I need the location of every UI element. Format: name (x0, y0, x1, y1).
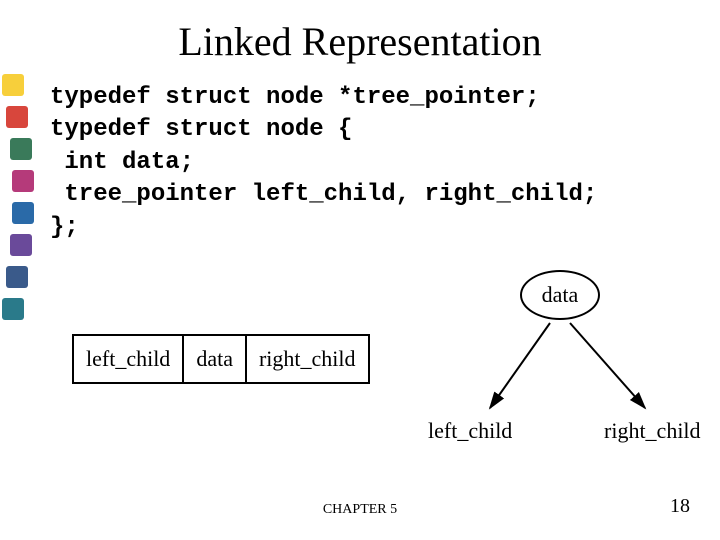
code-line: int data; (50, 149, 194, 176)
table-cell-data: data (184, 336, 247, 382)
tree-root-label: data (542, 282, 579, 308)
table-cell-left-child: left_child (74, 336, 184, 382)
accent-stripe (6, 266, 28, 288)
tree-left-child-label: left_child (428, 418, 512, 444)
accent-stripe (12, 202, 34, 224)
footer-chapter: CHAPTER 5 (0, 502, 720, 518)
tree-arrows (470, 318, 670, 418)
slide-title: Linked Representation (0, 18, 720, 65)
accent-stripe (12, 170, 34, 192)
accent-stripe (2, 298, 24, 320)
node-struct-table: left_child data right_child (72, 334, 370, 384)
code-block: typedef struct node *tree_pointer; typed… (50, 82, 597, 244)
slide-accent-sidebar (0, 0, 36, 540)
code-line: }; (50, 214, 79, 241)
table-cell-right-child: right_child (247, 336, 368, 382)
accent-stripe (10, 138, 32, 160)
tree-diagram: data left_child right_child (430, 260, 710, 460)
accent-stripe (6, 106, 28, 128)
code-line: typedef struct node { (50, 116, 352, 143)
tree-right-child-label: right_child (604, 418, 701, 444)
code-line: tree_pointer left_child, right_child; (50, 181, 597, 208)
tree-root-node: data (520, 270, 600, 320)
footer-page-number: 18 (670, 495, 690, 518)
accent-stripe (2, 74, 24, 96)
accent-stripe (10, 234, 32, 256)
code-line: typedef struct node *tree_pointer; (50, 84, 540, 111)
